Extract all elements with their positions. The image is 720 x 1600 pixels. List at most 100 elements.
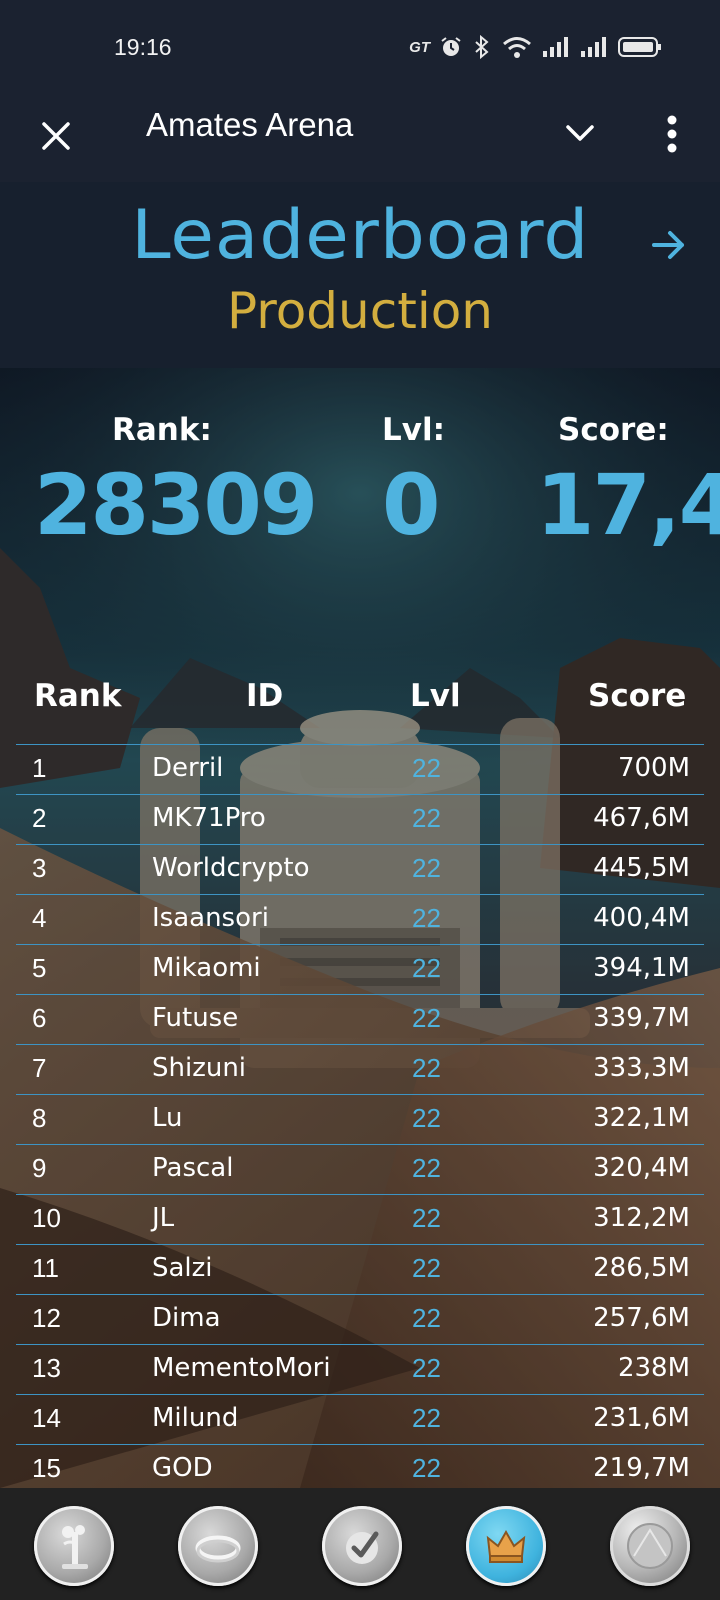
nav-arena-button[interactable] [178,1506,258,1586]
score-label: Score: [558,412,669,448]
column-header-rank: Rank [34,678,122,714]
score-cell: 219,7M [593,1453,690,1483]
player-id-cell: Derril [152,753,224,783]
score-cell: 445,5M [593,853,690,883]
score-cell: 333,3M [593,1053,690,1083]
table-row[interactable]: 11 Salzi 22 286,5M [16,1244,704,1294]
rank-cell: 2 [32,803,47,833]
player-id-cell: Isaansori [152,903,269,933]
score-cell: 700M [617,753,690,783]
player-id-cell: Worldcrypto [152,853,310,883]
table-row[interactable]: 1 Derril 22 700M [16,744,704,794]
score-cell: 231,6M [593,1403,690,1433]
rank-cell: 9 [32,1153,47,1183]
level-cell: 22 [412,1453,441,1483]
rank-cell: 6 [32,1003,47,1033]
wifi-icon [503,37,531,58]
player-id-cell: MementoMori [152,1353,331,1383]
more-options-button[interactable] [652,112,692,156]
rank-cell: 3 [32,853,47,883]
rank-cell: 15 [32,1453,61,1483]
rank-value: 28309 [34,456,318,554]
player-id-cell: Shizuni [152,1053,247,1083]
level-cell: 22 [412,853,441,883]
signal-icon [543,37,568,57]
score-cell: 322,1M [593,1103,690,1133]
more-vert-icon [667,115,677,153]
app-bar: Amates Arena [0,96,720,182]
next-leaderboard-button[interactable] [648,224,690,266]
score-cell: 339,7M [593,1003,690,1033]
coin-icon [627,1523,673,1569]
level-label: Lvl: [382,412,445,448]
player-id-cell: JL [152,1203,175,1233]
close-button[interactable] [36,116,76,156]
rank-cell: 12 [32,1303,61,1333]
score-cell: 238M [617,1353,690,1383]
table-row[interactable]: 15 GOD 22 219,7M [16,1444,704,1494]
rank-cell: 5 [32,953,47,983]
nav-mining-button[interactable] [34,1506,114,1586]
player-id-cell: Salzi [152,1253,213,1283]
level-cell: 22 [412,1303,441,1333]
rank-cell: 4 [32,903,47,933]
score-cell: 312,2M [593,1203,690,1233]
nav-wallet-button[interactable] [610,1506,690,1586]
score-cell: 286,5M [593,1253,690,1283]
table-row[interactable]: 5 Mikaomi 22 394,1M [16,944,704,994]
mining-drill-icon [62,1525,88,1569]
bottom-navigation [0,1488,720,1600]
table-row[interactable]: 10 JL 22 312,2M [16,1194,704,1244]
ring-arena-icon [195,1535,241,1563]
table-row[interactable]: 7 Shizuni 22 333,3M [16,1044,704,1094]
score-cell: 257,6M [593,1303,690,1333]
close-icon [42,122,70,150]
player-id-cell: GOD [152,1453,213,1483]
score-value: 17,4 [536,456,720,554]
table-row[interactable]: 14 Milund 22 231,6M [16,1394,704,1444]
tasks-check-icon [346,1531,379,1564]
level-cell: 22 [412,1003,441,1033]
table-row[interactable]: 12 Dima 22 257,6M [16,1294,704,1344]
player-id-cell: Lu [152,1103,183,1133]
battery-icon [618,37,661,57]
table-row[interactable]: 2 MK71Pro 22 467,6M [16,794,704,844]
leaderboard-header: Leaderboard Production [0,182,720,368]
table-row[interactable]: 8 Lu 22 322,1M [16,1094,704,1144]
expand-button[interactable] [560,114,600,154]
score-cell: 400,4M [593,903,690,933]
table-row[interactable]: 9 Pascal 22 320,4M [16,1144,704,1194]
status-time: 19:16 [114,34,172,60]
player-id-cell: Futuse [152,1003,239,1033]
level-cell: 22 [412,753,441,783]
rank-cell: 10 [32,1203,61,1233]
level-cell: 22 [412,1153,441,1183]
signal-icon-2 [581,37,606,57]
level-cell: 22 [412,1253,441,1283]
table-row[interactable]: 6 Futuse 22 339,7M [16,994,704,1044]
column-header-id: ID [246,678,284,714]
app-title: Amates Arena [146,106,354,143]
status-bar: 19:16 GT [0,0,720,96]
chevron-down-icon [566,125,594,141]
leaderboard-table: 1 Derril 22 700M 2 MK71Pro 22 467,6M 3 Worldcrypt… [16,744,704,1494]
rank-cell: 11 [32,1253,59,1283]
rank-label: Rank: [112,412,212,448]
table-row[interactable]: 13 MementoMori 22 238M [16,1344,704,1394]
nav-tasks-button[interactable] [322,1506,402,1586]
column-header-level: Lvl [410,678,461,714]
player-id-cell: Pascal [152,1153,234,1183]
player-id-cell: Milund [152,1403,239,1433]
table-row[interactable]: 3 Worldcrypto 22 445,5M [16,844,704,894]
table-row[interactable]: 4 Isaansori 22 400,4M [16,894,704,944]
score-cell: 394,1M [593,953,690,983]
rank-cell: 8 [32,1103,47,1133]
level-cell: 22 [412,903,441,933]
page-title: Leaderboard [130,196,590,275]
level-cell: 22 [412,1203,441,1233]
page-subtitle: Production [226,282,493,340]
player-id-cell: Dima [152,1303,221,1333]
nav-leaderboard-button[interactable] [466,1506,546,1586]
column-header-score: Score [588,678,687,714]
level-cell: 22 [412,1103,441,1133]
